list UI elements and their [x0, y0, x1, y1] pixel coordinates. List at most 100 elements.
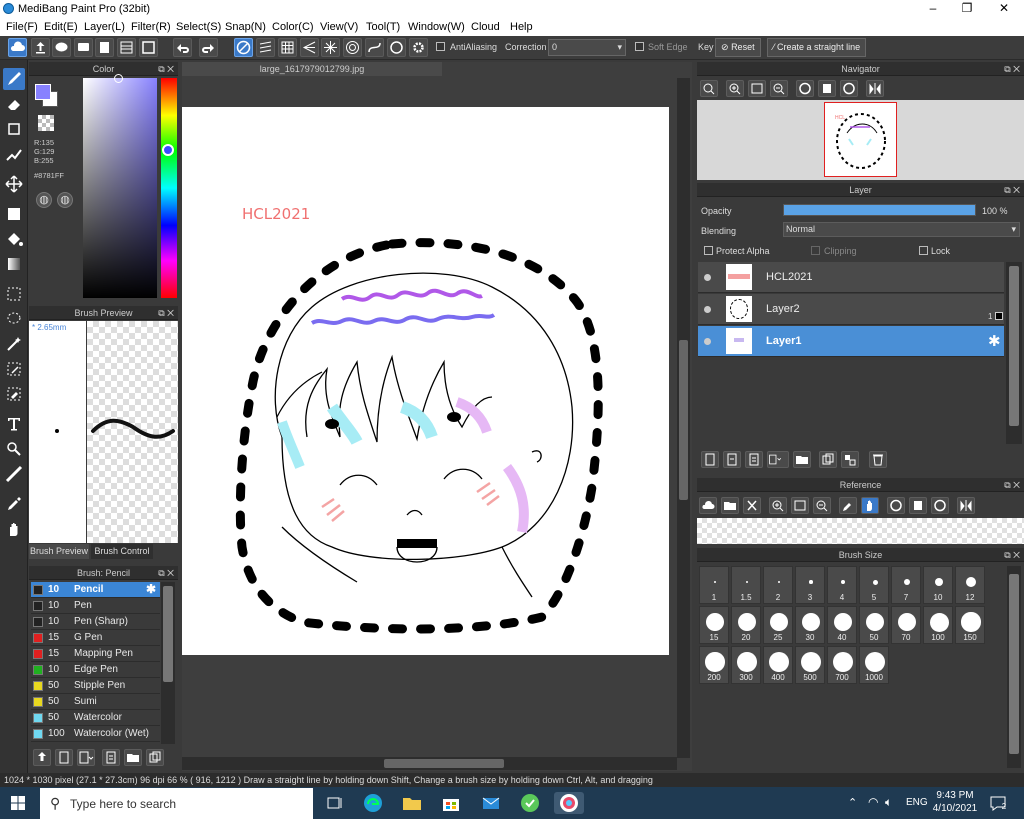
brush-size-option[interactable]: 40	[827, 606, 857, 644]
eyedropper-tool-icon[interactable]	[3, 493, 25, 515]
layer-row-layer1[interactable]: Layer1 ✱	[698, 326, 1004, 357]
hand-tool-icon[interactable]	[3, 518, 25, 540]
blending-select[interactable]: Normal ▾	[783, 222, 1020, 237]
brush-size-scrollbar[interactable]	[1007, 566, 1021, 768]
saturation-value-picker[interactable]	[83, 78, 157, 298]
brush-settings-gear-icon[interactable]: ✱	[146, 582, 156, 597]
actual-size-icon[interactable]	[818, 80, 836, 97]
brush-size-option[interactable]: 2	[763, 566, 793, 604]
brush-size-option[interactable]: 700	[827, 646, 857, 684]
brush-size-option[interactable]: 150	[955, 606, 985, 644]
brush-size-option[interactable]: 1000	[859, 646, 889, 684]
canvas-horizontal-scrollbar[interactable]	[182, 757, 677, 770]
circle-snap-icon[interactable]	[387, 38, 406, 57]
hue-slider-handle[interactable]	[162, 144, 174, 156]
scrollbar-thumb[interactable]	[1009, 266, 1019, 426]
comment-icon[interactable]	[52, 38, 71, 57]
upload-icon[interactable]	[31, 38, 50, 57]
parallel-snap-icon[interactable]	[256, 38, 275, 57]
brush-folder-icon[interactable]	[124, 749, 142, 766]
brush-size-option[interactable]: 500	[795, 646, 825, 684]
minimize-button[interactable]: –	[915, 0, 951, 18]
brush-row[interactable]: 50 Sumi	[31, 694, 160, 710]
move-tool-icon[interactable]	[3, 173, 25, 195]
tab-brush-preview[interactable]: Brush Preview	[29, 544, 89, 559]
fit-icon[interactable]	[748, 80, 766, 97]
reference-actual-size-icon[interactable]	[909, 497, 927, 514]
reference-close-icon[interactable]	[743, 497, 761, 514]
add-layer-dropdown-icon[interactable]	[767, 451, 789, 468]
rotate-right-icon[interactable]	[840, 80, 858, 97]
menu-tool[interactable]: Tool(T)	[366, 21, 400, 33]
windows-start-icon[interactable]	[11, 796, 25, 810]
reference-eyedropper-icon[interactable]	[839, 497, 857, 514]
curve-snap-icon[interactable]	[365, 38, 384, 57]
reference-upload-icon[interactable]	[699, 497, 717, 514]
medibang-taskbar-icon[interactable]	[554, 792, 584, 814]
brush-size-option[interactable]: 200	[699, 646, 729, 684]
frame-icon[interactable]	[139, 38, 158, 57]
close-icon[interactable]: ⧉ ✕	[158, 306, 174, 320]
brush-row[interactable]: 15 G Pen	[31, 630, 160, 646]
cloud-app-icon[interactable]	[519, 792, 541, 814]
brush-row[interactable]: 50 Watercolor	[31, 710, 160, 726]
brush-tool-icon[interactable]	[3, 68, 25, 90]
navigator-preview[interactable]: HCL	[697, 100, 1024, 180]
layer-settings-gear-icon[interactable]: ✱	[988, 332, 1001, 350]
layer-row-layer2[interactable]: Layer2 1	[698, 294, 1004, 325]
fill-shape-icon[interactable]	[3, 203, 25, 225]
menu-view[interactable]: View(V)	[320, 21, 358, 33]
text-tool-icon[interactable]	[3, 413, 25, 435]
lock-checkbox[interactable]	[919, 246, 928, 255]
scrollbar-thumb[interactable]	[163, 586, 173, 682]
no-snap-icon[interactable]	[234, 38, 253, 57]
palette-icon[interactable]: ◍	[36, 192, 52, 208]
reference-zoom-in-icon[interactable]	[769, 497, 787, 514]
brush-size-option[interactable]: 3	[795, 566, 825, 604]
brush-row[interactable]: 15 Mapping Pen	[31, 646, 160, 662]
scrollbar-thumb[interactable]	[1009, 574, 1019, 754]
brush-size-option[interactable]: 7	[891, 566, 921, 604]
menu-edit[interactable]: Edit(E)	[44, 21, 78, 33]
merge-layer-icon[interactable]	[841, 451, 859, 468]
eye-icon[interactable]	[704, 306, 711, 313]
grid-snap-icon[interactable]	[278, 38, 297, 57]
delete-layer-icon[interactable]	[869, 451, 887, 468]
brush-list-scrollbar[interactable]	[161, 582, 175, 744]
notification-icon[interactable]: 2	[989, 794, 1007, 812]
layer-row-hcl2021[interactable]: HCL2021	[698, 262, 1004, 293]
transparent-color-swatch[interactable]	[38, 115, 54, 131]
eye-icon[interactable]	[704, 338, 711, 345]
select-eraser-icon[interactable]	[3, 383, 25, 405]
page-grid-icon[interactable]	[117, 38, 136, 57]
menu-layer[interactable]: Layer(L)	[84, 21, 125, 33]
artboard[interactable]: HCL2021	[182, 107, 669, 655]
snap-settings-gear-icon[interactable]	[409, 38, 428, 57]
brush-row[interactable]: 10 Pen (Sharp)	[31, 614, 160, 630]
file-explorer-icon[interactable]	[401, 792, 423, 814]
menu-file[interactable]: File(F)	[6, 21, 38, 33]
close-icon[interactable]: ⧉ ✕	[1004, 183, 1020, 197]
navigator-viewport[interactable]: HCL	[824, 102, 897, 177]
layer-folder-icon[interactable]	[793, 451, 811, 468]
magic-wand-icon[interactable]	[3, 333, 25, 355]
reference-zoom-out-icon[interactable]	[813, 497, 831, 514]
edge-browser-icon[interactable]	[362, 792, 384, 814]
language-indicator[interactable]: ENG	[906, 797, 928, 808]
brush-size-option[interactable]: 400	[763, 646, 793, 684]
select-pen-icon[interactable]	[3, 143, 25, 165]
straight-line-button[interactable]: ⁄ Create a straight line	[767, 38, 867, 57]
brush-size-option[interactable]: 50	[859, 606, 889, 644]
close-icon[interactable]: ⧉ ✕	[158, 62, 174, 76]
brush-size-option[interactable]: 5	[859, 566, 889, 604]
correction-select[interactable]: 0 ▾	[548, 39, 626, 56]
document-icon[interactable]	[95, 38, 114, 57]
brush-size-option[interactable]: 15	[699, 606, 729, 644]
horizontal-scrollbar-thumb[interactable]	[384, 759, 504, 768]
mail-icon[interactable]	[480, 792, 502, 814]
vertical-scrollbar-thumb[interactable]	[679, 340, 688, 500]
brush-size-option[interactable]: 20	[731, 606, 761, 644]
reference-rotate-right-icon[interactable]	[931, 497, 949, 514]
menu-filter[interactable]: Filter(R)	[131, 21, 171, 33]
brush-properties-icon[interactable]	[102, 749, 120, 766]
